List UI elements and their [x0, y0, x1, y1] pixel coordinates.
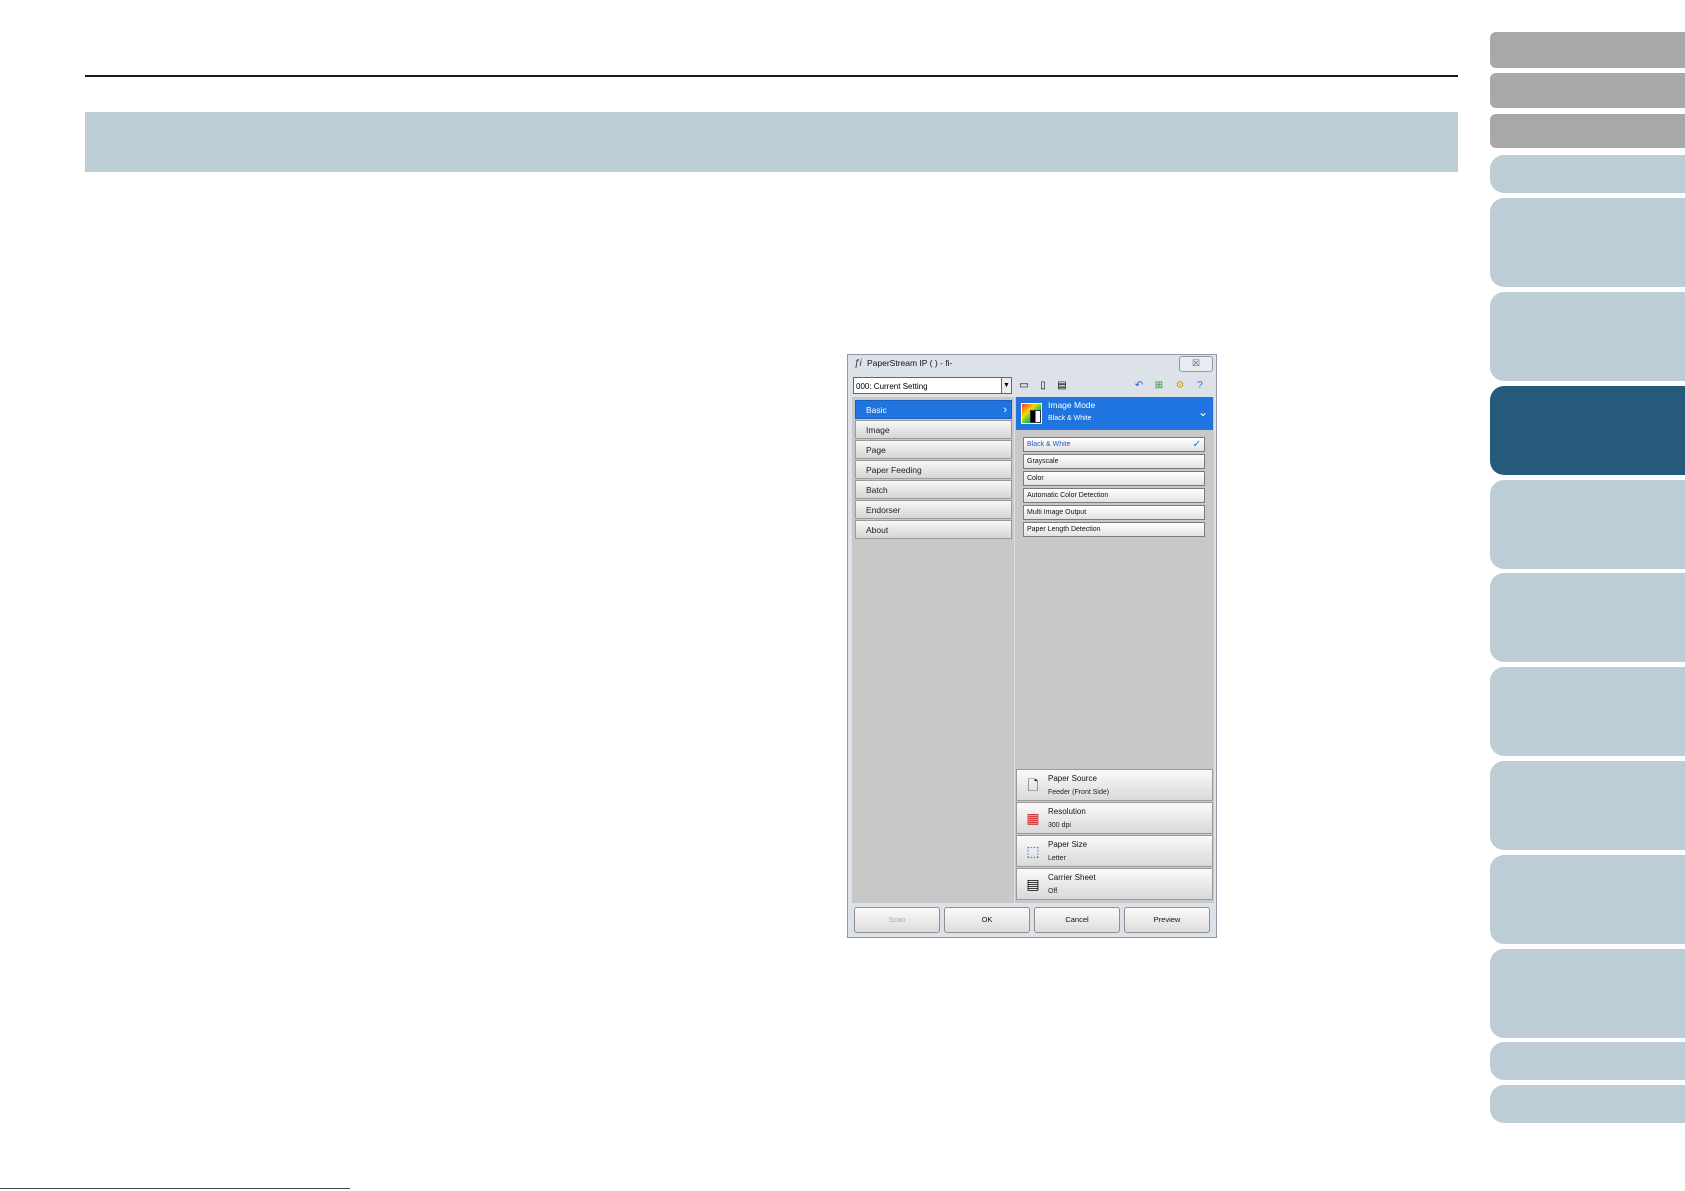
- save-icon[interactable]: ▭: [1016, 378, 1032, 394]
- nav-item-paper-feeding[interactable]: Paper Feeding: [855, 460, 1012, 479]
- option-multi-image-output[interactable]: Multi Image Output: [1023, 505, 1205, 520]
- setting-carrier-sheet[interactable]: ▤ Carrier Sheet Off: [1016, 868, 1213, 900]
- category-panel: Basic › Image Page Paper Feeding Batch E…: [852, 397, 1014, 903]
- setting-select[interactable]: 000: Current Setting: [853, 377, 1010, 394]
- option-paper-length-detection[interactable]: Paper Length Detection: [1023, 522, 1205, 537]
- nav-item-about[interactable]: About: [855, 520, 1012, 539]
- preview-button[interactable]: Preview: [1124, 907, 1210, 933]
- section-title-band: [85, 112, 1458, 172]
- option-color[interactable]: Color: [1023, 471, 1205, 486]
- setting-paper-size[interactable]: ⬚ Paper Size Letter: [1016, 835, 1213, 867]
- side-tab-6[interactable]: [1490, 292, 1685, 381]
- image-mode-header[interactable]: Image Mode Black & White ⌄: [1016, 397, 1213, 430]
- image-mode-icon: [1021, 403, 1042, 424]
- settings-icon[interactable]: ⚙: [1172, 378, 1188, 394]
- nav-item-label: Endorser: [866, 505, 901, 515]
- help-icon[interactable]: ?: [1192, 378, 1208, 394]
- export-icon[interactable]: ▤: [1054, 378, 1070, 394]
- option-label: Grayscale: [1027, 458, 1059, 465]
- side-tab-15[interactable]: [1490, 1085, 1685, 1123]
- nav-item-page[interactable]: Page: [855, 440, 1012, 459]
- side-tab-7-active[interactable]: [1490, 386, 1685, 475]
- setting-value: Off: [1048, 888, 1058, 895]
- close-button[interactable]: ☒: [1179, 356, 1213, 372]
- nav-item-label: Page: [866, 445, 886, 455]
- side-tab-12[interactable]: [1490, 855, 1685, 944]
- paper-source-icon: 🗋: [1027, 777, 1039, 793]
- image-mode-value: Black & White: [1048, 415, 1092, 422]
- option-grayscale[interactable]: Grayscale: [1023, 454, 1205, 469]
- nav-item-label: Batch: [866, 485, 888, 495]
- app-logo-icon: ƒi: [854, 358, 862, 369]
- carrier-sheet-icon: ▤: [1026, 876, 1040, 892]
- dialog-title: PaperStream IP ( ) - fi-: [867, 358, 953, 368]
- nav-item-batch[interactable]: Batch: [855, 480, 1012, 499]
- side-tab-5[interactable]: [1490, 198, 1685, 287]
- option-label: Black & White: [1027, 441, 1071, 448]
- setting-paper-source[interactable]: 🗋 Paper Source Feeder (Front Side): [1016, 769, 1213, 801]
- nav-item-label: Paper Feeding: [866, 465, 922, 475]
- side-tab-3[interactable]: [1490, 114, 1685, 148]
- chevron-down-icon: ⌄: [1197, 405, 1208, 419]
- side-tab-4[interactable]: [1490, 155, 1685, 193]
- setting-value: Letter: [1048, 855, 1066, 862]
- option-black-white[interactable]: Black & White ✓: [1023, 437, 1205, 452]
- side-tab-2[interactable]: [1490, 73, 1685, 108]
- side-tab-13[interactable]: [1490, 949, 1685, 1038]
- resolution-icon: ▦: [1026, 810, 1040, 826]
- option-automatic-color-detection[interactable]: Automatic Color Detection: [1023, 488, 1205, 503]
- paper-size-icon: ⬚: [1026, 843, 1040, 859]
- save-as-icon[interactable]: ▯: [1035, 378, 1051, 394]
- nav-item-label: About: [866, 525, 889, 535]
- side-tab-1[interactable]: [1490, 32, 1685, 68]
- header-rule: [85, 75, 1458, 77]
- cancel-button[interactable]: Cancel: [1034, 907, 1120, 933]
- default-settings-icon[interactable]: ⊞: [1151, 378, 1167, 394]
- nav-item-image[interactable]: Image: [855, 420, 1012, 439]
- nav-item-basic[interactable]: Basic ›: [855, 400, 1012, 419]
- chevron-down-icon[interactable]: ▼: [1001, 377, 1012, 394]
- dialog-titlebar: ƒi PaperStream IP ( ) - fi- ☒: [848, 355, 1216, 373]
- undo-icon[interactable]: ↶: [1131, 378, 1147, 394]
- footer-rule: [0, 1188, 350, 1189]
- dialog-button-row: Scan OK Cancel Preview: [852, 907, 1214, 934]
- setting-resolution[interactable]: ▦ Resolution 300 dpi: [1016, 802, 1213, 834]
- ok-button[interactable]: OK: [944, 907, 1030, 933]
- setting-value: Feeder (Front Side): [1048, 789, 1110, 796]
- setting-name: Carrier Sheet: [1048, 873, 1096, 882]
- nav-item-label: Basic: [866, 405, 887, 415]
- settings-panel: Image Mode Black & White ⌄ Black & White…: [1015, 397, 1214, 903]
- option-label: Multi Image Output: [1027, 509, 1087, 516]
- option-label: Paper Length Detection: [1027, 526, 1101, 533]
- side-tab-8[interactable]: [1490, 480, 1685, 569]
- setting-name: Paper Size: [1048, 840, 1088, 849]
- image-mode-name: Image Mode: [1048, 400, 1096, 410]
- side-tab-11[interactable]: [1490, 761, 1685, 850]
- nav-item-label: Image: [866, 425, 890, 435]
- side-tab-9[interactable]: [1490, 573, 1685, 662]
- chevron-right-icon: ›: [1003, 404, 1007, 416]
- setting-name: Paper Source: [1048, 774, 1097, 783]
- paperstream-ip-dialog: ƒi PaperStream IP ( ) - fi- ☒ 000: Curre…: [847, 354, 1217, 938]
- option-label: Color: [1027, 475, 1044, 482]
- scan-button[interactable]: Scan: [854, 907, 940, 933]
- nav-item-endorser[interactable]: Endorser: [855, 500, 1012, 519]
- setting-name: Resolution: [1048, 807, 1086, 816]
- side-tab-10[interactable]: [1490, 667, 1685, 756]
- side-tab-14[interactable]: [1490, 1042, 1685, 1080]
- option-label: Automatic Color Detection: [1027, 492, 1109, 499]
- setting-value: 300 dpi: [1048, 822, 1071, 829]
- check-icon: ✓: [1192, 439, 1201, 450]
